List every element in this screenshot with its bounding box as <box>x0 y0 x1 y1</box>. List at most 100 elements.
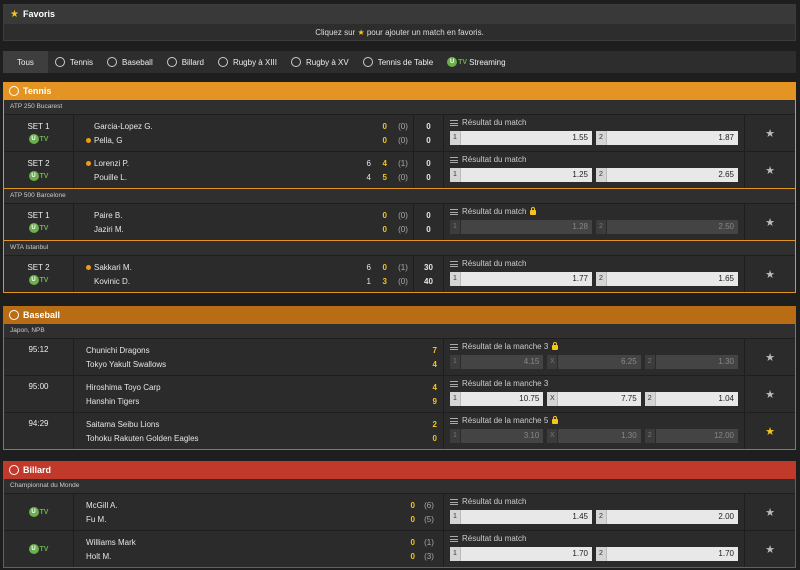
utv-icon: U TV <box>447 57 467 67</box>
odd-button-one[interactable]: 1 1.55 <box>450 131 592 145</box>
tab-tennis[interactable]: Tennis <box>48 51 100 73</box>
match-row: 95:00 Hiroshima Toyo Carp 4 Hanshin Tigers 9… <box>4 375 795 412</box>
team-line: Holt M. 0 (3) <box>86 552 439 561</box>
favorite-toggle[interactable]: ★ <box>745 531 795 567</box>
odd-value: 1.65 <box>607 272 738 286</box>
odds-row: 1 1.70 2 1.70 <box>450 547 738 561</box>
session-score: (3) <box>424 551 434 561</box>
current-set-score: 0 <box>382 135 387 145</box>
odd-button-one[interactable]: 1 1.25 <box>450 168 592 182</box>
match-teams[interactable]: Williams Mark 0 (1) Holt M. 0 (3) <box>74 531 444 567</box>
star-icon[interactable]: ★ <box>765 351 775 364</box>
set-score: 6 <box>366 262 371 272</box>
odd-button-two[interactable]: 2 2.00 <box>596 510 738 524</box>
market: Résultat du match 1 1.70 2 1.70 <box>444 531 745 567</box>
set-score: 6 <box>366 158 371 168</box>
odd-value: 6.25 <box>558 355 641 369</box>
player-name: Lorenzi P. <box>94 158 129 168</box>
section-header[interactable]: Baseball <box>3 306 796 324</box>
tab-billard[interactable]: Billard <box>160 51 211 73</box>
star-icon[interactable]: ★ <box>765 164 775 177</box>
team-line: Hiroshima Toyo Carp 4 <box>86 383 437 392</box>
odd-button-one: 1 1.28 <box>450 220 592 234</box>
favorite-toggle[interactable]: ★ <box>745 494 795 530</box>
market-title: Résultat de la manche 3 <box>450 379 738 389</box>
odds-row: 1 1.28 2 2.50 <box>450 220 738 234</box>
favorite-toggle[interactable]: ★ <box>745 152 795 188</box>
odd-button-x[interactable]: X 7.75 <box>547 392 641 406</box>
odd-button-one[interactable]: 1 10.75 <box>450 392 544 406</box>
odd-button-two[interactable]: 2 2.65 <box>596 168 738 182</box>
section-header[interactable]: Tennis <box>3 82 796 100</box>
odd-button-one[interactable]: 1 1.70 <box>450 547 592 561</box>
match-teams[interactable]: Garcia-Lopez G. 0 (0) Pella, G 0 (0) <box>74 115 414 151</box>
tab-rugby-xv[interactable]: Rugby à XV <box>284 51 356 73</box>
tab-tennis-de-table[interactable]: Tennis de Table <box>356 51 440 73</box>
tennis-ball-icon <box>9 86 19 96</box>
star-icon[interactable]: ★ <box>765 216 775 229</box>
lock-icon <box>552 341 559 350</box>
match-teams[interactable]: Lorenzi P. 6 4 (1) Pouille L. 4 5 (0) <box>74 152 414 188</box>
odd-button-two[interactable]: 2 1.87 <box>596 131 738 145</box>
games-score: (0) <box>398 121 408 131</box>
tab-streaming[interactable]: U TV Streaming <box>440 51 512 73</box>
team-score: 4 <box>432 382 437 392</box>
match-teams[interactable]: Saitama Seibu Lions 2 Tohoku Rakuten Golde… <box>74 413 444 449</box>
player-name: Paire B. <box>94 210 123 220</box>
match-teams[interactable]: Hiroshima Toyo Carp 4 Hanshin Tigers 9 <box>74 376 444 412</box>
match-status: SET 2 U TV <box>4 152 74 188</box>
odd-value: 1.25 <box>461 168 592 182</box>
match-teams[interactable]: Sakkari M. 6 0 (1) Kovinic D. 1 3 (0) <box>74 256 414 292</box>
current-set-score: 0 <box>382 121 387 131</box>
list-icon <box>450 418 458 424</box>
odd-button-two[interactable]: 2 1.65 <box>596 272 738 286</box>
tab-rugby-xiii[interactable]: Rugby à XIII <box>211 51 284 73</box>
odd-button-x: X 1.30 <box>547 429 641 443</box>
team-line: Chunichi Dragons 7 <box>86 346 437 355</box>
odd-button-one[interactable]: 1 1.77 <box>450 272 592 286</box>
favorite-toggle[interactable]: ★ <box>745 339 795 375</box>
team-line: Sakkari M. 6 0 (1) <box>86 263 413 272</box>
tab-baseball[interactable]: Baseball <box>100 51 160 73</box>
odd-value: 10.75 <box>461 392 544 406</box>
section-header[interactable]: Billard <box>3 461 796 479</box>
star-icon[interactable]: ★ <box>765 127 775 140</box>
match-teams[interactable]: McGill A. 0 (6) Fu M. 0 (5) <box>74 494 444 530</box>
serve-indicator <box>86 160 91 166</box>
match-teams[interactable]: Paire B. 0 (0) Jaziri M. 0 (0) <box>74 204 414 240</box>
match-teams[interactable]: Chunichi Dragons 7 Tokyo Yakult Swallows 4 <box>74 339 444 375</box>
team-line: McGill A. 0 (6) <box>86 501 439 510</box>
tab-label: Billard <box>181 57 204 67</box>
frame-score: 0 <box>410 551 415 561</box>
current-set-score: 4 <box>382 158 387 168</box>
tab-tous[interactable]: Tous <box>3 51 48 73</box>
tab-label: Streaming <box>469 57 506 67</box>
favorite-toggle[interactable]: ★ <box>745 204 795 240</box>
favorite-toggle[interactable]: ★ <box>745 413 795 449</box>
match-row: 95:12 Chunichi Dragons 7 Tokyo Yakult Swall… <box>4 338 795 375</box>
tab-label: Rugby à XV <box>305 57 349 67</box>
odd-button-one[interactable]: 1 1.45 <box>450 510 592 524</box>
team-line: Fu M. 0 (5) <box>86 515 439 524</box>
star-icon[interactable]: ★ <box>765 543 775 556</box>
odd-button-two[interactable]: 2 1.04 <box>644 392 738 406</box>
star-icon[interactable]: ★ <box>765 268 775 281</box>
billiard-ball-icon <box>166 57 177 67</box>
star-icon[interactable]: ★ <box>765 506 775 519</box>
utv-icon: U TV <box>28 544 48 554</box>
player-name: Kovinic D. <box>94 276 131 286</box>
market-title: Résultat du match <box>450 534 738 544</box>
team-line: Jaziri M. 0 (0) <box>86 225 413 234</box>
favorite-toggle[interactable]: ★ <box>745 115 795 151</box>
team-score: 2 <box>432 419 437 429</box>
odd-value: 1.45 <box>461 510 592 524</box>
team-name: Hanshin Tigers <box>86 396 140 406</box>
favorite-toggle[interactable]: ★ <box>745 376 795 412</box>
favorite-toggle[interactable]: ★ <box>745 256 795 292</box>
odds-row: 1 1.77 2 1.65 <box>450 272 738 286</box>
favorites-message: Cliquez sur ★ pour ajouter un match en f… <box>315 28 484 37</box>
odd-button-two[interactable]: 2 1.70 <box>596 547 738 561</box>
star-icon[interactable]: ★ <box>765 425 775 438</box>
star-icon[interactable]: ★ <box>765 388 775 401</box>
frame-score: 0 <box>410 537 415 547</box>
